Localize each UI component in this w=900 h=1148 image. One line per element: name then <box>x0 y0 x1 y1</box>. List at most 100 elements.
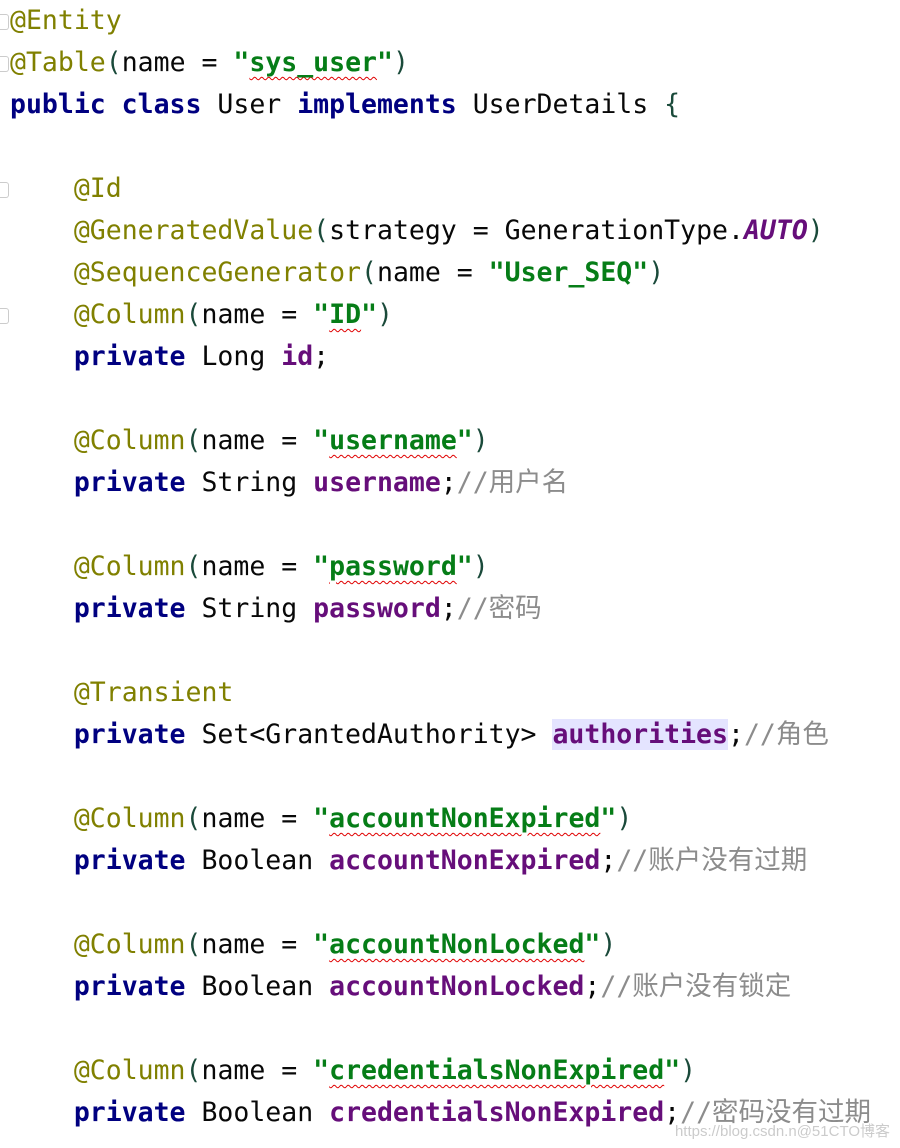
code-token-str: ID <box>329 299 362 330</box>
code-token-str: " <box>456 425 473 456</box>
code-token-comment: //用户名 <box>456 467 569 498</box>
code-token-plain: name = <box>201 1055 314 1086</box>
code-line[interactable]: @Column(name = "accountNonExpired") <box>10 798 871 840</box>
code-token-kw: private <box>73 971 202 1002</box>
code-token-paren: ) <box>648 257 665 288</box>
code-line[interactable] <box>10 756 871 798</box>
code-token-paren: ( <box>185 425 202 456</box>
code-token-comment: //账户没有过期 <box>616 845 808 876</box>
code-token-paren: ( <box>185 929 202 960</box>
code-line[interactable] <box>10 504 871 546</box>
code-token-ann: @Column <box>73 1055 186 1086</box>
code-line[interactable]: @SequenceGenerator(name = "User_SEQ") <box>10 252 871 294</box>
code-token-paren: ( <box>313 215 330 246</box>
code-token-ann: @Column <box>73 929 186 960</box>
code-line[interactable] <box>10 630 871 672</box>
code-token-field: accountNonLocked <box>329 971 585 1002</box>
code-token-str: " <box>313 425 330 456</box>
code-token-str: " <box>313 299 330 330</box>
code-token-kw: private <box>73 467 202 498</box>
code-line[interactable]: private Boolean accountNonLocked;//账户没有锁… <box>10 966 871 1008</box>
code-token-field: username <box>313 467 441 498</box>
code-line[interactable]: @Column(name = "credentialsNonExpired") <box>10 1050 871 1092</box>
code-token-plain: Boolean <box>201 971 330 1002</box>
code-token-str: password <box>329 551 457 582</box>
code-line[interactable]: @Column(name = "ID") <box>10 294 871 336</box>
code-line[interactable]: public class User implements UserDetails… <box>10 84 871 126</box>
code-line[interactable]: @Entity <box>10 0 871 42</box>
code-token-ann: @Transient <box>73 677 234 708</box>
code-token-ann: @Column <box>73 803 186 834</box>
code-token-plain: name = <box>121 47 234 78</box>
code-token-comment: //密码 <box>456 593 542 624</box>
code-token-paren: ( <box>185 803 202 834</box>
code-token-str: " <box>313 929 330 960</box>
code-token-paren: ( <box>185 551 202 582</box>
code-token-ann: @Table <box>10 47 106 78</box>
code-token-ann: @GeneratedValue <box>73 215 314 246</box>
watermark: https://blog.csdn.n@51CTO博客 <box>674 1123 890 1140</box>
code-token-plain: name = <box>201 803 314 834</box>
fold-marker-icon[interactable] <box>0 14 9 30</box>
code-line[interactable] <box>10 126 871 168</box>
code-token-str: " <box>313 803 330 834</box>
code-line[interactable]: private Long id; <box>10 336 871 378</box>
code-token-field: password <box>313 593 441 624</box>
code-token-paren: ) <box>600 929 617 960</box>
code-token-str: " <box>233 47 250 78</box>
code-line[interactable]: @GeneratedValue(strategy = GenerationTyp… <box>10 210 871 252</box>
code-editor[interactable]: @Entity @Table(name = "sys_user") public c… <box>10 0 871 1134</box>
code-line[interactable] <box>10 882 871 924</box>
code-token-plain: ; <box>440 467 457 498</box>
code-line[interactable]: @Column(name = "accountNonLocked") <box>10 924 871 966</box>
code-line[interactable]: @Transient <box>10 672 871 714</box>
code-line[interactable]: private String username;//用户名 <box>10 462 871 504</box>
code-token-ann: @Column <box>73 551 186 582</box>
code-token-paren: { <box>664 89 681 120</box>
code-token-plain: name = <box>201 299 314 330</box>
code-token-paren: ) <box>680 1055 697 1086</box>
code-token-str: sys_user <box>249 47 377 78</box>
code-line[interactable]: @Column(name = "password") <box>10 546 871 588</box>
code-token-str: "User_SEQ" <box>488 257 649 288</box>
code-token-plain: name = <box>201 425 314 456</box>
code-token-ann: @Entity <box>10 5 122 36</box>
code-token-static: AUTO <box>743 215 808 246</box>
code-token-paren: ) <box>472 551 489 582</box>
code-line[interactable]: @Column(name = "username") <box>10 420 871 462</box>
code-line[interactable]: @Table(name = "sys_user") <box>10 42 871 84</box>
code-token-plain: Long <box>201 341 282 372</box>
code-token-ann: @Column <box>73 425 186 456</box>
code-token-str: " <box>361 299 378 330</box>
code-line[interactable] <box>10 378 871 420</box>
code-line[interactable] <box>10 1008 871 1050</box>
code-line[interactable]: @Id <box>10 168 871 210</box>
code-token-paren: ) <box>472 425 489 456</box>
code-token-plain: Set<GrantedAuthority> <box>201 719 553 750</box>
fold-marker-icon[interactable] <box>0 182 9 198</box>
code-token-paren: ) <box>616 803 633 834</box>
code-token-plain: name = <box>201 929 314 960</box>
code-token-paren: ( <box>185 1055 202 1086</box>
code-token-kw: private <box>73 593 202 624</box>
code-line[interactable]: private Set<GrantedAuthority> authoritie… <box>10 714 871 756</box>
fold-marker-icon[interactable] <box>0 56 9 72</box>
fold-marker-icon[interactable] <box>0 308 9 324</box>
code-token-str: accountNonLocked <box>329 929 585 960</box>
code-token-field: accountNonExpired <box>329 845 601 876</box>
code-token-field: credentialsNonExpired <box>329 1097 665 1128</box>
code-line[interactable]: private String password;//密码 <box>10 588 871 630</box>
code-line[interactable]: private Boolean accountNonExpired;//账户没有… <box>10 840 871 882</box>
